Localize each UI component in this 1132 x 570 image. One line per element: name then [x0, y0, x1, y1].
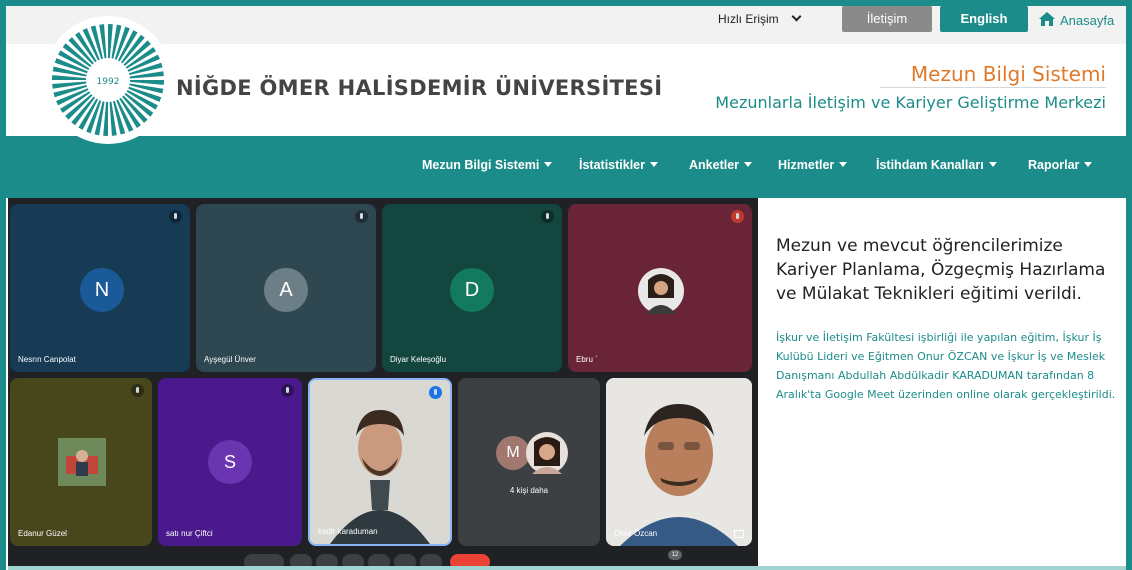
chevron-down-icon	[791, 11, 802, 22]
caret-down-icon	[839, 162, 848, 167]
avatar: S	[208, 440, 252, 484]
nav-item-label: Hizmetler	[778, 158, 835, 172]
mic-muted-icon	[731, 210, 744, 223]
logo-ray	[111, 24, 122, 59]
more-participants-label: 4 kişi daha	[509, 486, 549, 495]
nav-item-mezun-bilgi-sistemi[interactable]: Mezun Bilgi Sistemi	[422, 158, 553, 172]
logo-ray	[52, 66, 87, 77]
participant-name: satı nur Çiftci	[166, 529, 213, 538]
logo-year: 1992	[97, 77, 120, 87]
participant-tile: N Nesrın Canpolat	[10, 204, 190, 372]
profile-photo	[646, 274, 676, 314]
avatar	[638, 268, 684, 314]
participant-name: kadir karaduman	[318, 527, 378, 536]
participant-tile: D Diyar Keleşoğlu	[382, 204, 562, 372]
participant-tile: Edanur Güzel	[10, 378, 152, 546]
meeting-screenshot: N Nesrın Canpolat A Ayşegül Ünver D Diya…	[8, 198, 758, 570]
quick-access-dropdown[interactable]: Hızlı Erişim	[718, 11, 802, 26]
logo-ray	[108, 24, 113, 59]
nav-item-label: İstihdam Kanalları	[876, 158, 984, 172]
caret-down-icon	[650, 162, 659, 167]
home-link[interactable]: Anasayfa	[1038, 9, 1114, 28]
participant-name: Nesrın Canpolat	[18, 355, 76, 364]
participant-name: Onur Özcan	[614, 529, 658, 538]
mic-muted-icon	[541, 210, 554, 223]
participant-tile: A Ayşegül Ünver	[196, 204, 376, 372]
participant-name: Edanur Güzel	[18, 529, 67, 538]
nav-item-label: İstatistikler	[579, 158, 646, 172]
speaking-indicator-icon	[429, 386, 442, 399]
participant-count-badge: 12	[668, 550, 682, 560]
system-title: Mezun Bilgi Sistemi	[910, 62, 1106, 86]
caret-down-icon	[744, 162, 753, 167]
mic-muted-icon	[169, 210, 182, 223]
mic-muted-icon	[281, 384, 294, 397]
article-title: Mezun ve mevcut öğrencilerimize Kariyer …	[776, 236, 1106, 304]
nav-item-label: Mezun Bilgi Sistemi	[422, 158, 540, 172]
contact-button[interactable]: İletişim	[842, 6, 932, 32]
nav-item-anketler[interactable]: Anketler	[689, 158, 753, 172]
home-icon	[1039, 12, 1055, 26]
avatar	[58, 438, 106, 486]
avatar: A	[264, 268, 308, 312]
quick-access-label: Hızlı Erişim	[718, 12, 779, 26]
participant-tile-active: kadir karaduman	[308, 378, 452, 546]
nav-item-label: Raporlar	[1028, 158, 1080, 172]
article-body: İşkur ve İletişim Fakültesi işbirliği il…	[776, 331, 1116, 401]
pin-icon	[734, 530, 744, 538]
profile-photo	[532, 437, 562, 474]
nav-item-istatistikler[interactable]: İstatistikler	[579, 158, 659, 172]
mic-muted-icon	[355, 210, 368, 223]
participant-tile: S satı nur Çiftci	[158, 378, 302, 546]
avatar: N	[80, 268, 124, 312]
logo-sunburst-icon: 1992	[52, 24, 164, 136]
bottom-divider	[8, 566, 1126, 570]
participant-name: Diyar Keleşoğlu	[390, 355, 447, 364]
participant-tile-others: M 4 kişi daha	[458, 378, 600, 546]
system-subtitle: Mezunlarla İletişim ve Kariyer Geliştirm…	[715, 93, 1106, 112]
logo-ray	[129, 83, 164, 94]
mic-muted-icon	[131, 384, 144, 397]
logo-ray	[129, 80, 164, 85]
nav-item-raporlar[interactable]: Raporlar	[1028, 158, 1093, 172]
participant-name: Ayşegül Ünver	[204, 355, 256, 364]
participant-video	[310, 380, 450, 544]
participant-name: Ebru `	[576, 355, 598, 364]
nav-item-label: Anketler	[689, 158, 740, 172]
nav-item-istihdam-kanallari[interactable]: İstihdam Kanalları	[876, 158, 997, 172]
home-label: Anasayfa	[1060, 13, 1115, 28]
logo-ray	[103, 101, 108, 136]
participant-video	[606, 378, 752, 546]
title-divider	[880, 87, 1106, 88]
university-logo[interactable]: 1992	[44, 16, 172, 144]
participant-tile: Ebru `	[568, 204, 752, 372]
participant-tile: Onur Özcan	[606, 378, 752, 546]
caret-down-icon	[988, 162, 997, 167]
avatar	[526, 432, 568, 474]
avatar: M	[496, 436, 530, 470]
avatar: D	[450, 268, 494, 312]
logo-ray	[52, 75, 87, 80]
main-navigation: Mezun Bilgi Sistemi İstatistikler Anketl…	[6, 136, 1126, 198]
caret-down-icon	[544, 162, 553, 167]
university-name: NİĞDE ÖMER HALİSDEMİR ÜNİVERSİTESİ	[176, 76, 663, 100]
nav-item-hizmetler[interactable]: Hizmetler	[778, 158, 848, 172]
english-button[interactable]: English	[940, 6, 1028, 32]
caret-down-icon	[1084, 162, 1093, 167]
logo-ray	[94, 101, 105, 136]
profile-photo	[58, 438, 106, 486]
